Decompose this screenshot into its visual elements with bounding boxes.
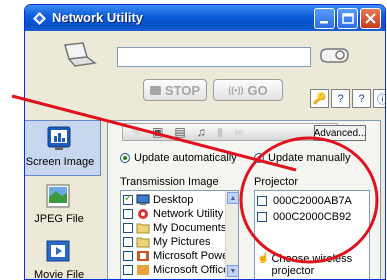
sidebar-item-screen-image[interactable]: Screen Image bbox=[25, 120, 101, 176]
movie-file-icon bbox=[46, 240, 70, 262]
list-item[interactable]: Desktop bbox=[123, 193, 193, 207]
sidebar-item-movie-file[interactable]: Movie File bbox=[25, 234, 101, 280]
checkbox[interactable] bbox=[123, 193, 133, 205]
help-question-icon[interactable]: ? bbox=[352, 89, 371, 108]
broadcast-icon: ((•)) bbox=[228, 85, 244, 95]
folder-icon bbox=[136, 223, 150, 234]
sidebar-item-label: Screen Image bbox=[25, 156, 95, 168]
network-diamond-icon bbox=[33, 12, 46, 25]
go-button[interactable]: ((•)) GO bbox=[213, 79, 283, 101]
pen-icon[interactable]: ✎ bbox=[131, 125, 141, 139]
list-item[interactable]: Network Utility bbox=[123, 207, 223, 221]
radio-button[interactable] bbox=[254, 153, 264, 163]
stop-icon bbox=[149, 85, 161, 95]
network-key-icon[interactable]: 🔑 bbox=[310, 89, 329, 108]
desktop-icon bbox=[136, 194, 150, 205]
checkbox[interactable] bbox=[123, 209, 133, 219]
network-utility-window: Network Utility STOP ((•)) GO 🔑 ? ? Scre… bbox=[24, 4, 386, 280]
sidebar-item-label: JPEG File bbox=[34, 213, 84, 225]
advanced-button[interactable]: Advanced... bbox=[314, 125, 366, 141]
sidebar-item-label: Movie File bbox=[33, 269, 85, 280]
folder-icon bbox=[136, 237, 150, 248]
projector-list: 000C2000AB7A 000C2000CB92 ☝ Choose wirel… bbox=[254, 190, 370, 279]
checkbox[interactable] bbox=[123, 265, 133, 275]
connection-field[interactable] bbox=[117, 47, 311, 67]
close-button[interactable] bbox=[360, 8, 381, 29]
projector-heading: Projector bbox=[254, 176, 299, 188]
checkbox[interactable] bbox=[257, 212, 267, 222]
utility-icons: 🔑 ? ? ⓘ bbox=[310, 89, 385, 108]
music-icon[interactable]: ♫ bbox=[197, 125, 206, 139]
list-item[interactable]: My Pictures bbox=[123, 235, 210, 249]
checkbox[interactable] bbox=[257, 196, 267, 206]
minimize-button[interactable] bbox=[314, 8, 335, 29]
scroll-up-icon[interactable]: ▲ bbox=[227, 192, 238, 204]
update-manual-option[interactable]: Update manually bbox=[254, 152, 351, 164]
screen-chart-icon bbox=[47, 126, 71, 150]
list-item[interactable]: 000C2000AB7A bbox=[257, 194, 352, 208]
close-icon bbox=[365, 13, 376, 24]
link-icon[interactable]: ∞ bbox=[234, 125, 243, 139]
document-icon[interactable]: ▤ bbox=[174, 125, 185, 139]
choose-projector-hint: ☝ Choose wireless projector bbox=[257, 253, 353, 277]
powerpoint-icon bbox=[137, 251, 149, 261]
update-auto-option[interactable]: Update automatically bbox=[120, 152, 237, 164]
maximize-icon bbox=[342, 13, 354, 24]
title-bar[interactable]: Network Utility bbox=[25, 5, 385, 31]
list-item[interactable]: 000C2000CB92 bbox=[257, 210, 351, 224]
maximize-button[interactable] bbox=[337, 8, 358, 29]
info-icon[interactable]: ⓘ bbox=[373, 89, 385, 108]
transmission-scrollbar[interactable]: ▲ ▼ bbox=[225, 191, 238, 279]
image-file-icon bbox=[46, 184, 70, 208]
source-tab-strip: ✎ ▣ ▤ ♫ ▮ ∞ bbox=[122, 123, 338, 141]
list-item[interactable]: My Documents bbox=[123, 221, 226, 235]
radio-button[interactable] bbox=[120, 153, 130, 163]
settings-panel: ✎ ▣ ▤ ♫ ▮ ∞ Advanced... Update automatic… bbox=[107, 120, 381, 279]
list-item[interactable]: Microsoft Office bbox=[123, 263, 229, 277]
stop-button[interactable]: STOP bbox=[143, 79, 207, 101]
scroll-down-icon[interactable]: ▼ bbox=[227, 265, 238, 277]
pointer-icon: ☝ bbox=[257, 253, 270, 264]
checkbox[interactable] bbox=[123, 251, 133, 261]
checkbox[interactable] bbox=[123, 237, 133, 247]
office-icon bbox=[137, 265, 149, 275]
window-title: Network Utility bbox=[52, 10, 144, 25]
projector-icon bbox=[320, 48, 349, 63]
checkbox[interactable] bbox=[123, 223, 133, 233]
laptop-icon bbox=[64, 42, 97, 67]
transmission-heading: Transmission Image bbox=[120, 176, 219, 188]
screen-capture-icon[interactable]: ▣ bbox=[152, 125, 163, 139]
app-icon bbox=[138, 209, 148, 219]
list-item[interactable]: Microsoft Power bbox=[123, 249, 232, 263]
mode-sidebar: Screen Image JPEG File Movie File bbox=[25, 120, 103, 280]
help-icon[interactable]: ? bbox=[331, 89, 350, 108]
sidebar-item-jpeg-file[interactable]: JPEG File bbox=[25, 178, 101, 234]
transmission-list: Desktop Network Utility My Documents My … bbox=[120, 190, 239, 279]
connection-area: STOP ((•)) GO 🔑 ? ? ⓘ bbox=[25, 31, 385, 119]
auto-icon[interactable]: ▮ bbox=[217, 125, 224, 139]
minimize-icon bbox=[320, 21, 328, 24]
